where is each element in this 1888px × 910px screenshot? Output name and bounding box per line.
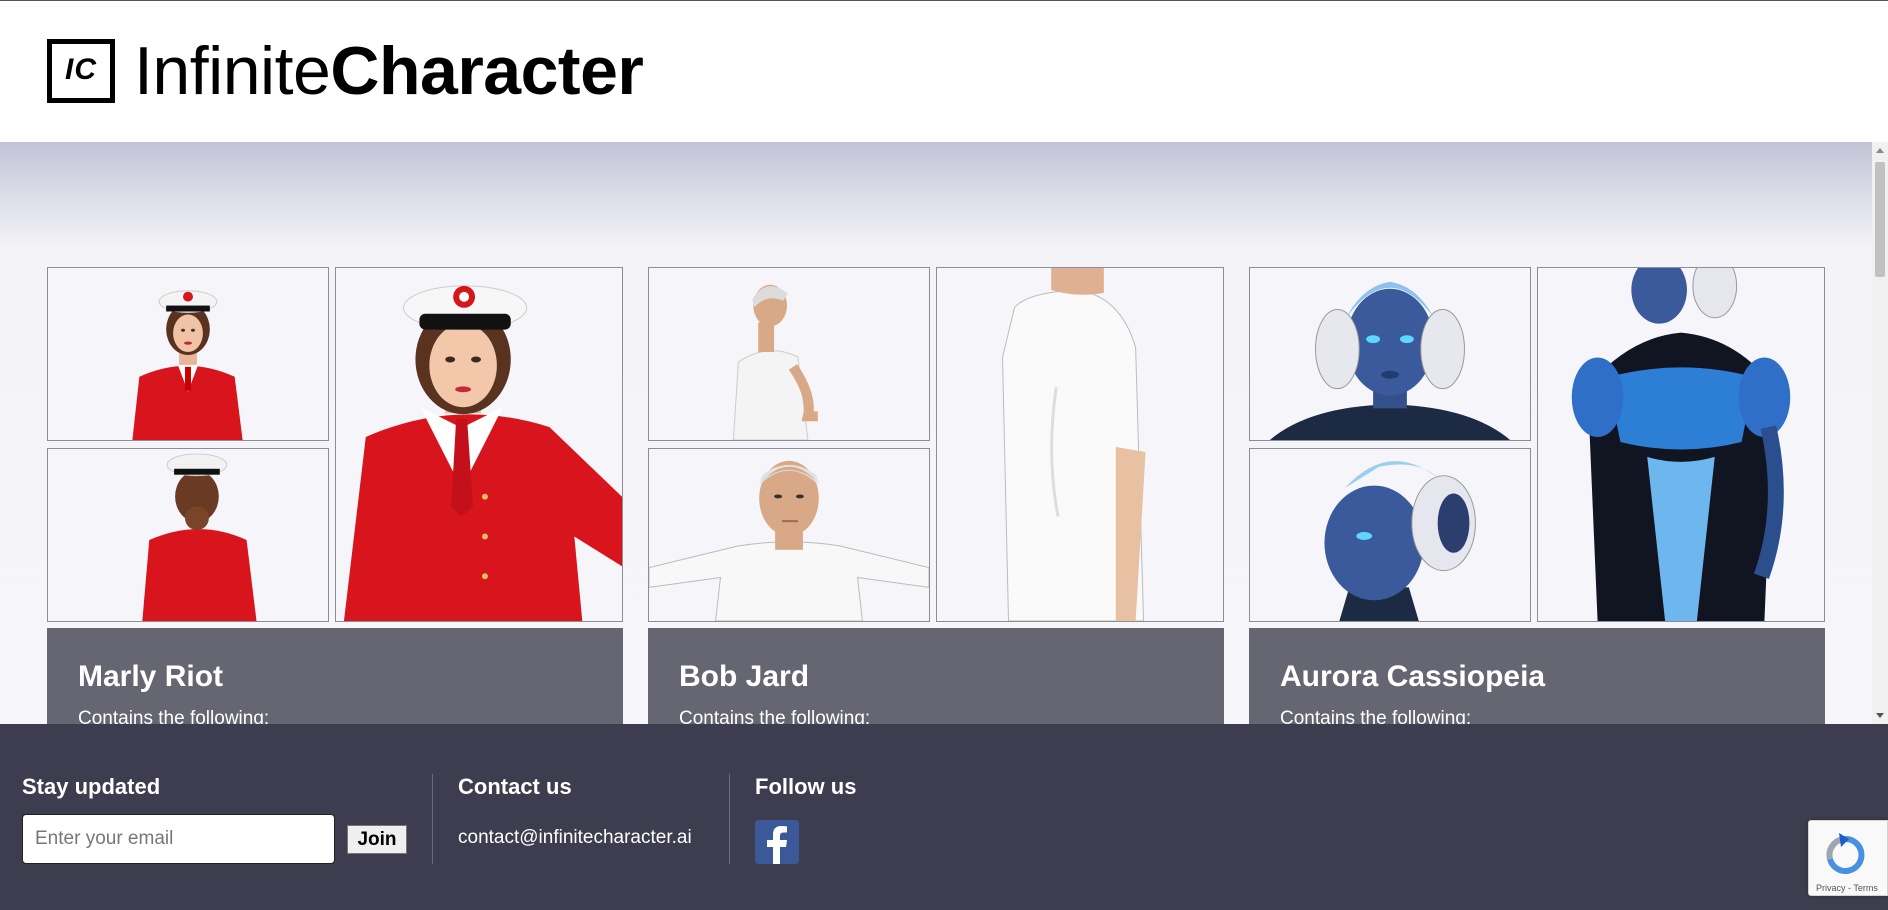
facebook-icon[interactable] [755,820,799,864]
brand-bold-text: Character [330,33,644,109]
scroll-up-arrow-icon[interactable] [1876,148,1884,153]
character-description: Contains the following: [1280,708,1472,724]
character-portrait-main[interactable] [936,267,1224,622]
character-thumbnail-back[interactable] [47,448,329,622]
character-thumbnail-front[interactable] [1249,267,1531,441]
character-thumbnail-tpose[interactable] [648,448,930,622]
site-footer: Stay updated Join Contact us contact@inf… [0,724,1888,910]
character-name[interactable]: Bob Jard [679,660,809,694]
scrollbar-thumb[interactable] [1875,162,1885,277]
character-portrait-main[interactable] [1537,267,1825,622]
contact-email-link[interactable]: contact@infinitecharacter.ai [458,827,692,849]
character-gallery: Marly Riot Contains the following: Bob J… [0,142,1888,724]
character-thumbnail-front[interactable] [47,267,329,441]
follow-heading: Follow us [755,774,857,799]
footer-divider [729,774,730,864]
newsletter-email-input[interactable] [22,814,335,864]
recaptcha-badge[interactable]: Privacy - Terms [1808,820,1888,896]
character-name[interactable]: Marly Riot [78,660,223,694]
site-header: IC InfiniteCharacter [0,1,1888,142]
stay-updated-heading: Stay updated [22,774,161,799]
logo-mark-text: IC [65,53,97,86]
recaptcha-legal-links[interactable]: Privacy - Terms [1816,883,1878,893]
character-description: Contains the following: [78,708,270,724]
page-scrollbar[interactable] [1872,142,1888,724]
character-thumbnail-profile[interactable] [1249,448,1531,622]
character-info-panel: Bob Jard Contains the following: [648,628,1224,724]
character-thumbnail-side[interactable] [648,267,930,441]
character-description: Contains the following: [679,708,871,724]
character-info-panel: Aurora Cassiopeia Contains the following… [1249,628,1825,724]
character-name[interactable]: Aurora Cassiopeia [1280,660,1545,694]
character-info-panel: Marly Riot Contains the following: [47,628,623,724]
character-portrait-main[interactable] [335,267,623,622]
logo-mark[interactable]: IC [47,39,115,103]
footer-divider [432,774,433,864]
scroll-down-arrow-icon[interactable] [1876,713,1884,718]
join-button[interactable]: Join [347,825,407,854]
contact-heading: Contact us [458,774,572,799]
brand-wordmark[interactable]: InfiniteCharacter [134,31,644,111]
brand-light-text: Infinite [134,33,331,109]
